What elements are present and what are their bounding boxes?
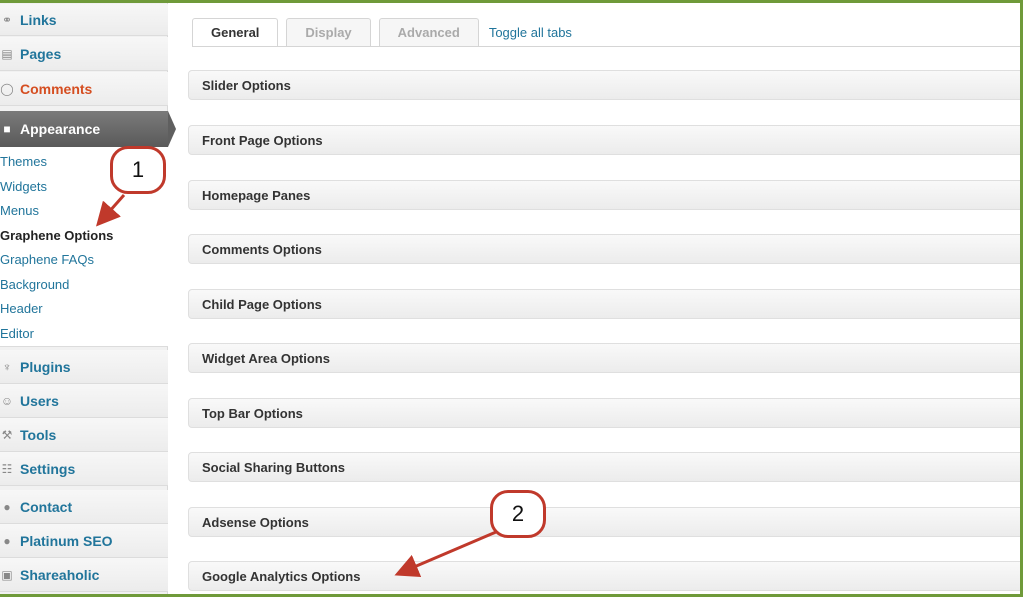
- sidebar-item-tools[interactable]: ⚒ Tools: [0, 418, 168, 452]
- sidebar-item-label: Shareaholic: [20, 566, 100, 583]
- submenu-item-themes[interactable]: Themes: [0, 149, 47, 173]
- sidebar-item-plugins[interactable]: ♆ Plugins: [0, 350, 168, 384]
- sidebar-item-label: Pages: [20, 45, 62, 62]
- comment-icon: ◯: [0, 81, 14, 96]
- seo-icon: ●: [3, 533, 11, 548]
- sidebar-item-users[interactable]: ☺ Users: [0, 384, 168, 418]
- user-icon: ☺: [0, 393, 14, 408]
- submenu-item-graphene-faqs[interactable]: Graphene FAQs: [0, 247, 94, 271]
- panel-adsense-options[interactable]: Adsense Options: [188, 507, 1023, 537]
- sidebar-item-appearance[interactable]: ■ Appearance: [0, 111, 168, 147]
- panel-top-bar-options[interactable]: Top Bar Options: [188, 398, 1023, 428]
- sidebar-item-label: Comments: [20, 80, 93, 97]
- panel-comments-options[interactable]: Comments Options: [188, 234, 1023, 264]
- panel-front-page-options[interactable]: Front Page Options: [188, 125, 1023, 155]
- sidebar-item-shareaholic[interactable]: ▣ Shareaholic: [0, 558, 168, 592]
- submenu-item-editor[interactable]: Editor: [0, 321, 34, 345]
- panel-widget-area-options[interactable]: Widget Area Options: [188, 343, 1023, 373]
- link-icon: ⚭: [1, 12, 13, 27]
- sidebar-item-label: Appearance: [20, 121, 101, 137]
- sidebar-item-label: Platinum SEO: [20, 532, 113, 549]
- pages-icon: ▤: [1, 46, 13, 61]
- sidebar-item-comments[interactable]: ◯ Comments: [0, 72, 168, 106]
- annotation-callout-1: 1: [110, 146, 166, 194]
- submenu-item-menus[interactable]: Menus: [0, 198, 39, 222]
- panel-google-analytics-options[interactable]: Google Analytics Options: [188, 561, 1023, 591]
- annotation-callout-2: 2: [490, 490, 546, 538]
- sidebar-item-pages[interactable]: ▤ Pages: [0, 37, 168, 71]
- panel-homepage-panes[interactable]: Homepage Panes: [188, 180, 1023, 210]
- plug-icon: ♆: [2, 359, 12, 374]
- sidebar-item-settings[interactable]: ☷ Settings: [0, 452, 168, 486]
- sidebar-item-label: Links: [20, 11, 57, 28]
- submenu-item-background[interactable]: Background: [0, 272, 69, 296]
- submenu-item-graphene-options[interactable]: Graphene Options: [0, 223, 113, 247]
- sidebar-item-label: Settings: [20, 460, 76, 477]
- tab-general[interactable]: General: [192, 18, 279, 46]
- submenu-item-header[interactable]: Header: [0, 296, 43, 320]
- tools-icon: ⚒: [1, 427, 13, 442]
- options-main: General Display Advanced Toggle all tabs…: [176, 0, 1023, 597]
- admin-sidebar: ⚭ Links ▤ Pages ◯ Comments ■ Appearance …: [0, 0, 168, 597]
- sidebar-item-contact[interactable]: ● Contact: [0, 490, 168, 524]
- tabs-divider: [192, 46, 1023, 47]
- appearance-icon: ■: [3, 122, 11, 136]
- submenu-item-widgets[interactable]: Widgets: [0, 174, 47, 198]
- sidebar-item-label: Users: [20, 392, 59, 409]
- settings-icon: ☷: [1, 461, 13, 476]
- toggle-all-tabs-link[interactable]: Toggle all tabs: [489, 18, 572, 46]
- tab-advanced[interactable]: Advanced: [378, 18, 479, 46]
- tab-display[interactable]: Display: [286, 18, 371, 46]
- sidebar-item-label: Plugins: [20, 358, 71, 375]
- panel-slider-options[interactable]: Slider Options: [188, 70, 1023, 100]
- panel-social-sharing-buttons[interactable]: Social Sharing Buttons: [188, 452, 1023, 482]
- current-menu-pointer: [168, 111, 176, 147]
- contact-icon: ●: [3, 499, 11, 514]
- sidebar-item-platinum-seo[interactable]: ● Platinum SEO: [0, 524, 168, 558]
- sidebar-item-label: Contact: [20, 498, 73, 515]
- panel-child-page-options[interactable]: Child Page Options: [188, 289, 1023, 319]
- options-tabs: General Display Advanced Toggle all tabs: [192, 16, 572, 46]
- share-icon: ▣: [1, 567, 13, 582]
- sidebar-item-label: Tools: [20, 426, 57, 443]
- sidebar-item-links[interactable]: ⚭ Links: [0, 4, 168, 36]
